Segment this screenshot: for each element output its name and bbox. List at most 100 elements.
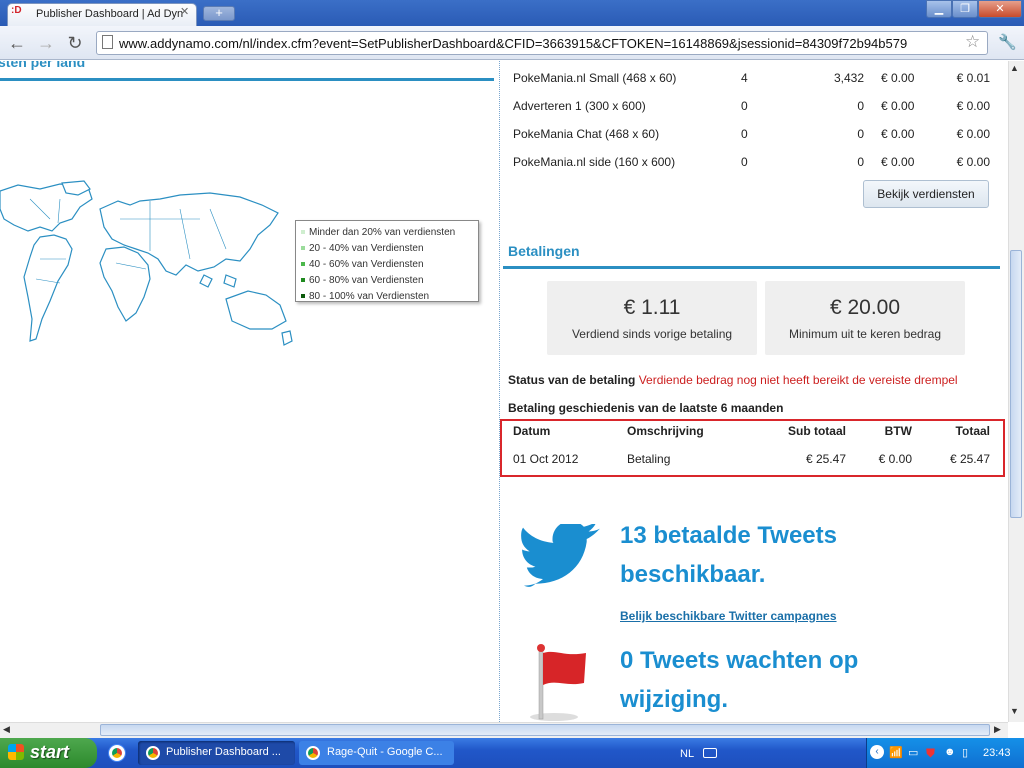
legend-item: 80 - 100% van Verdiensten [301,289,478,305]
horizontal-scroll-thumb[interactable] [100,724,990,736]
ad-amount-d: € 0.00 [956,99,990,113]
col-header-description: Omschrijving [627,424,704,438]
chrome-quicklaunch-icon[interactable] [109,745,125,761]
legend-item: 60 - 80% van Verdiensten [301,273,478,289]
ad-count-a: 0 [741,99,748,113]
col-header-date: Datum [513,424,551,438]
payment-history-title: Betaling geschiedenis van de laatste 6 m… [508,401,784,415]
payment-status-value: Verdiende bedrag nog niet heeft bereikt … [638,373,958,387]
world-map [0,180,293,346]
payment-date: 01 Oct 2012 [513,452,579,466]
back-arrow-icon[interactable]: ← [6,33,28,54]
ad-amount-c: € 0.00 [881,99,915,113]
address-bar[interactable]: www.addynamo.com/nl/index.cfm?event=SetP… [96,31,988,55]
legend-swatch [301,262,305,267]
payment-vat: € 0.00 [878,452,912,466]
minimize-button[interactable]: ▁ [926,0,952,18]
ad-name: Adverteren 1 (300 x 600) [513,99,646,113]
legend-swatch [301,294,305,299]
earned-label: Verdiend sinds vorige betaling [571,327,733,341]
payment-status: Status van de betaling Verdiende bedrag … [508,373,958,387]
twitter-bird-icon [521,524,601,587]
wrench-icon[interactable]: 🔧 [998,33,1017,51]
ad-count-a: 0 [741,155,748,169]
taskbar-item-publisher-dashboard[interactable]: Publisher Dashboard ... [138,741,295,765]
legend-item: Minder dan 20% van verdiensten [301,225,478,241]
network-icon[interactable]: 📶 [889,746,903,759]
twitter-campaigns-link[interactable]: Belijk beschikbare Twitter campagnes [620,609,837,623]
waiting-tweets-text: 0 Tweets wachten op wijziging. [620,647,859,713]
maximize-button[interactable]: ❐ [952,0,978,18]
minimum-amount: € 20.00 [829,296,901,319]
red-flag-icon [530,644,586,721]
legend-swatch [301,278,305,283]
legend-swatch [301,230,305,235]
clock[interactable]: 23:43 [983,747,1011,759]
minimum-payout-card: € 20.00 Minimum uit te keren bedrag [765,281,965,355]
reload-icon[interactable]: ↻ [64,33,86,54]
ad-name: PokeMania.nl Small (468 x 60) [513,71,677,85]
ad-amount-d: € 0.01 [956,71,990,85]
payment-total: € 25.47 [949,452,990,466]
ad-name: PokeMania.nl side (160 x 600) [513,155,676,169]
ad-count-b: 3,432 [833,71,864,85]
ad-count-b: 0 [857,99,864,113]
col-header-total: Totaal [955,424,990,438]
page-icon [102,35,113,49]
payment-description: Betaling [627,452,671,466]
tab-title: Publisher Dashboard | Ad Dyn [36,8,184,20]
country-section-title: sten per land [0,61,86,70]
payment-subtotal: € 25.47 [805,452,846,466]
taskbar-item-rage-quit[interactable]: Rage-Quit - Google C... [299,741,454,765]
ad-name: PokeMania Chat (468 x 60) [513,127,660,141]
vertical-scroll-thumb[interactable] [1010,250,1022,518]
earned-since-last-payment-card: € 1.11 Verdiend sinds vorige betaling [547,281,757,355]
window-close-button[interactable]: ✕ [978,0,1022,18]
column-divider [499,61,500,722]
browser-tab[interactable]: Publisher Dashboard | Ad Dyn [7,3,197,26]
map-legend: Minder dan 20% van verdiensten 20 - 40% … [295,220,479,302]
tray-expand-icon[interactable]: ‹ [870,745,884,759]
ad-count-a: 0 [741,127,748,141]
ad-amount-c: € 0.00 [881,71,915,85]
col-header-vat: BTW [884,424,912,438]
scroll-up-icon[interactable]: ▲ [1010,63,1019,73]
page-content: sten per land Minder dan 20% van verdien… [0,61,1008,722]
payments-title: Betalingen [508,243,580,259]
ad-amount-c: € 0.00 [881,127,915,141]
legend-item: 40 - 60% van Verdiensten [301,257,478,273]
view-earnings-button[interactable]: Bekijk verdiensten [863,180,989,208]
device-icon[interactable]: ▯ [962,746,968,759]
scroll-left-icon[interactable]: ◀ [3,724,10,735]
language-indicator[interactable]: NL [680,748,694,760]
ad-amount-c: € 0.00 [881,155,915,169]
ad-count-b: 0 [857,155,864,169]
tab-close-icon[interactable]: ✕ [180,5,189,18]
scroll-down-icon[interactable]: ▼ [1010,706,1019,716]
keyboard-icon[interactable] [703,748,717,758]
col-header-subtotal: Sub totaal [787,424,846,438]
legend-swatch [301,246,305,251]
monitor-icon[interactable]: ▭ [908,746,918,759]
new-tab-button[interactable]: + [203,6,235,21]
forward-arrow-icon[interactable]: → [35,33,57,54]
ad-amount-d: € 0.00 [956,127,990,141]
shield-icon[interactable]: ⛊ [926,746,935,761]
ad-count-a: 4 [741,71,748,85]
paid-tweets-text: 13 betaalde Tweets beschikbaar. [620,522,837,588]
url-text: www.addynamo.com/nl/index.cfm?event=SetP… [119,36,908,51]
users-icon[interactable]: ☻ [944,746,956,758]
payment-status-label: Status van de betaling [508,373,636,387]
addynamo-favicon-icon: :D [11,5,22,16]
chrome-icon [146,746,160,760]
ad-count-b: 0 [857,127,864,141]
earned-amount: € 1.11 [623,296,681,319]
minimum-label: Minimum uit te keren bedrag [788,327,942,341]
section-underline [0,78,494,81]
scroll-right-icon[interactable]: ▶ [994,724,1001,735]
windows-logo-icon [8,744,24,760]
chrome-icon [306,746,320,760]
legend-item: 20 - 40% van Verdiensten [301,241,478,257]
section-underline [503,266,1000,269]
bookmark-star-icon[interactable]: ☆ [965,32,980,52]
